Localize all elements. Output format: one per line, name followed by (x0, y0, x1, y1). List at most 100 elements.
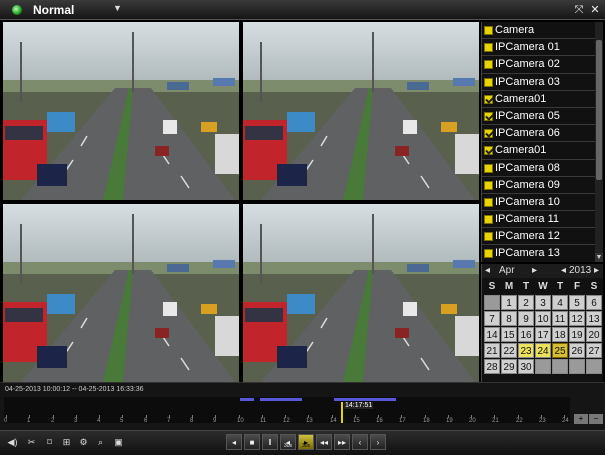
button-sublabel: 30s (301, 443, 311, 449)
slow-icon: ◂◂ (319, 438, 329, 447)
camera-list-item[interactable]: Camera01 (482, 142, 603, 160)
camera-list-item[interactable]: IPCamera 12 (482, 228, 603, 246)
camera-list-item[interactable]: IPCamera 10 (482, 194, 603, 212)
checkbox-icon[interactable] (484, 232, 493, 242)
calendar-day[interactable]: 7 (484, 311, 500, 326)
timeline-track[interactable]: 14:17:51 0 1 2 3 4 5 6 7 8 9 10 11 12 13 14 15 16 17 18 19 2… (4, 397, 570, 424)
calendar-day[interactable]: 14 (484, 327, 500, 342)
stop-button[interactable]: ■ (244, 434, 260, 450)
calendar-day[interactable]: 23 (518, 343, 534, 358)
checkbox-icon[interactable] (484, 197, 493, 207)
checkbox-icon[interactable] (484, 163, 493, 173)
camera-list-header[interactable]: Camera (482, 22, 603, 40)
next-month-icon[interactable]: ▸ (532, 264, 537, 278)
calendar-day[interactable]: 20 (586, 327, 602, 342)
video-tile-4[interactable] (243, 204, 479, 382)
timeline-cursor[interactable] (341, 402, 343, 423)
pause-button[interactable]: ‖ (262, 434, 278, 450)
calendar-day[interactable]: 4 (552, 295, 568, 310)
prev-month-icon[interactable]: ◂ (485, 264, 490, 278)
calendar-day[interactable]: 13 (586, 311, 602, 326)
camera-list-item[interactable]: IPCamera 05 (482, 108, 603, 126)
camera-item-label: IPCamera 10 (495, 195, 560, 208)
calendar-day[interactable]: 29 (501, 359, 517, 374)
reverse-play-button[interactable]: ◂ (226, 434, 242, 450)
camera-group-icon[interactable] (484, 26, 493, 35)
scroll-thumb[interactable] (596, 40, 602, 180)
calendar-day[interactable]: 1 (501, 295, 517, 310)
highway-video-frame (243, 204, 479, 382)
camera-list-item[interactable]: IPCamera 06 (482, 125, 603, 143)
calendar-day[interactable]: 6 (586, 295, 602, 310)
calendar-day[interactable]: 24 (535, 343, 551, 358)
previous-icon: ‹ (358, 438, 362, 447)
scroll-down-icon[interactable]: ▼ (595, 253, 603, 262)
calendar-grid: S M T W T F S 1 2 3 4 5 6 7 8 9 10 11 12 13 14 15 16 17 18 19 20 21… (484, 279, 602, 374)
camera-list-item[interactable]: Camera01 (482, 91, 603, 108)
slow-button[interactable]: ◂◂ (316, 434, 332, 450)
checkbox-icon[interactable] (484, 43, 493, 53)
calendar-day[interactable]: 3 (535, 295, 551, 310)
display-mode-label[interactable]: Normal (33, 3, 74, 17)
forward-30s-button[interactable]: ▸ 30s (298, 434, 314, 450)
audio-icon[interactable]: ◀) (6, 436, 19, 449)
zoom-out-button[interactable]: − (589, 414, 603, 424)
dropdown-caret-icon[interactable]: ▼ (113, 3, 122, 13)
calendar-day[interactable]: 2 (518, 295, 534, 310)
calendar-day[interactable]: 22 (501, 343, 517, 358)
checkbox-checked-icon[interactable] (484, 111, 493, 121)
calendar-day[interactable]: 15 (501, 327, 517, 342)
checkbox-icon[interactable] (484, 60, 493, 70)
calendar-day[interactable]: 30 (518, 359, 534, 374)
checkbox-icon[interactable] (484, 215, 493, 225)
calendar-day[interactable]: 18 (552, 327, 568, 342)
calendar-day[interactable]: 27 (586, 343, 602, 358)
calendar-day[interactable]: 28 (484, 359, 500, 374)
checkbox-checked-icon[interactable] (484, 94, 493, 104)
settings-icon[interactable]: ⚙ (77, 436, 90, 449)
calendar-day[interactable]: 26 (569, 343, 585, 358)
clip-icon[interactable]: ✂ (25, 436, 38, 449)
calendar-day[interactable]: 8 (501, 311, 517, 326)
fullscreen-icon[interactable]: ⤧ (572, 3, 586, 17)
camera-list-item[interactable]: IPCamera 13 (482, 245, 603, 262)
camera-list-item[interactable]: IPCamera 08 (482, 160, 603, 177)
calendar-day[interactable]: 16 (518, 327, 534, 342)
calendar-day[interactable]: 19 (569, 327, 585, 342)
next-year-icon[interactable]: ▸ (594, 264, 599, 278)
camera-list-scrollbar[interactable]: ▼ (595, 22, 603, 262)
checkbox-checked-icon[interactable] (484, 146, 493, 156)
calendar-day[interactable]: 9 (518, 311, 534, 326)
snapshot-icon[interactable]: ▣ (112, 436, 125, 449)
zoom-in-button[interactable]: + (574, 414, 588, 424)
calendar-day[interactable]: 5 (569, 295, 585, 310)
checkbox-icon[interactable] (484, 77, 493, 87)
camera-list-item[interactable]: IPCamera 03 (482, 74, 603, 91)
tag-icon[interactable]: ⌑ (43, 436, 56, 449)
camera-list-item[interactable]: IPCamera 01 (482, 39, 603, 57)
camera-list-item[interactable]: IPCamera 02 (482, 56, 603, 74)
calendar-day[interactable]: 21 (484, 343, 500, 358)
record-segment (334, 398, 396, 401)
fast-button[interactable]: ▸▸ (334, 434, 350, 450)
next-button[interactable]: › (370, 434, 386, 450)
checkbox-icon[interactable] (484, 180, 493, 190)
calendar-day[interactable]: 11 (552, 311, 568, 326)
video-tile-2[interactable] (243, 22, 479, 200)
camera-list-item[interactable]: IPCamera 09 (482, 177, 603, 194)
calendar-day[interactable]: 17 (535, 327, 551, 342)
video-tile-1[interactable] (3, 22, 239, 200)
calendar-day[interactable]: 10 (535, 311, 551, 326)
camera-list-item[interactable]: IPCamera 11 (482, 211, 603, 229)
close-icon[interactable]: ✕ (588, 3, 602, 17)
checkbox-checked-icon[interactable] (484, 129, 493, 139)
checkbox-icon[interactable] (484, 249, 493, 259)
bookmark-icon[interactable]: ⊞ (60, 436, 73, 449)
calendar-day[interactable]: 12 (569, 311, 585, 326)
calendar-day[interactable]: 25 (552, 343, 568, 358)
previous-button[interactable]: ‹ (352, 434, 368, 450)
back-30s-button[interactable]: ◂ 30s (280, 434, 296, 450)
video-tile-3[interactable] (3, 204, 239, 382)
prev-year-icon[interactable]: ◂ (561, 264, 566, 278)
search-zoom-icon[interactable]: ⌕ (94, 436, 107, 449)
